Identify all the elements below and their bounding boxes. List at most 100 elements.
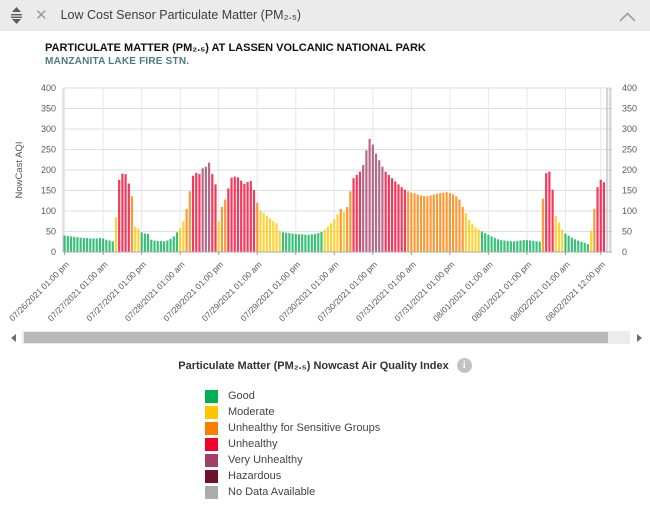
aqi-bar	[214, 184, 217, 252]
aqi-bar	[339, 208, 342, 252]
chart-title: PARTICULATE MATTER (PM₂.₅) AT LASSEN VOL…	[45, 42, 426, 54]
aqi-bar	[432, 194, 435, 252]
aqi-bar	[381, 166, 384, 252]
y-grid-and-ticks: 0 0 50 50 100 100 150 150 200 200 250 250 300 300 350 3…	[41, 83, 637, 257]
aqi-bar	[484, 233, 487, 252]
aqi-bar	[211, 174, 214, 252]
scrollbar-track[interactable]	[22, 331, 630, 344]
legend-item: Unhealthy	[205, 436, 380, 452]
aqi-bar	[272, 221, 275, 252]
aqi-bar	[294, 233, 297, 252]
aqi-bar	[66, 236, 69, 252]
aqi-bar	[496, 239, 500, 252]
svg-text:250: 250	[41, 145, 56, 155]
aqi-bar	[159, 240, 163, 252]
legend-item: Good	[205, 388, 380, 404]
legend-label: Unhealthy	[228, 438, 278, 450]
drag-handle-icon[interactable]	[9, 6, 24, 24]
aqi-bar	[557, 222, 561, 252]
scrollbar-thumb[interactable]	[24, 332, 608, 343]
window-title: Low Cost Sensor Particulate Matter (PM₂.…	[60, 8, 302, 22]
aqi-bar	[124, 174, 127, 252]
info-icon[interactable]: i	[456, 358, 472, 374]
svg-text:200: 200	[622, 165, 637, 175]
close-icon[interactable]: ✕	[35, 8, 48, 23]
no-data-bar	[606, 88, 609, 252]
aqi-bar	[333, 219, 336, 252]
aqi-bar	[551, 189, 554, 252]
aqi-bar	[207, 162, 211, 252]
svg-text:100: 100	[622, 206, 637, 216]
aqi-bar	[224, 199, 227, 252]
aqi-bar	[182, 221, 185, 252]
aqi-bar	[371, 144, 374, 252]
scroll-left-arrow[interactable]	[11, 334, 16, 342]
aqi-bar	[413, 193, 416, 252]
svg-text:0: 0	[51, 247, 56, 257]
aqi-bar	[320, 231, 323, 252]
svg-text:200: 200	[41, 165, 56, 175]
aqi-bar	[461, 206, 464, 252]
aqi-bar	[137, 228, 140, 252]
aqi-bar	[230, 177, 233, 252]
aqi-bar	[397, 184, 400, 252]
aqi-bar	[374, 153, 378, 252]
widget-header: ✕ Low Cost Sensor Particulate Matter (PM…	[0, 0, 650, 31]
svg-text:300: 300	[622, 124, 637, 134]
legend-item: No Data Available	[205, 484, 380, 500]
aqi-bar	[358, 171, 362, 252]
legend-label: Hazardous	[228, 470, 282, 482]
aqi-bar	[227, 188, 230, 252]
aqi-bar	[407, 191, 410, 252]
legend-label: Moderate	[228, 406, 275, 418]
aqi-bar	[313, 233, 317, 252]
svg-text:350: 350	[41, 104, 56, 114]
aqi-bar	[538, 241, 541, 252]
aqi-bar	[198, 174, 201, 252]
aqi-bar	[326, 226, 329, 252]
chart-subtitle: MANZANITA LAKE FIRE STN.	[45, 56, 190, 67]
aqi-bar	[301, 234, 304, 252]
aqi-bar	[429, 195, 432, 252]
aqi-bar	[384, 171, 387, 252]
aqi-bar	[323, 229, 326, 252]
aqi-bar	[98, 238, 102, 252]
y-axis-title: NowCast AQI	[14, 141, 25, 198]
aqi-bar	[146, 233, 150, 252]
scroll-right-arrow[interactable]	[637, 334, 642, 342]
svg-text:400: 400	[41, 83, 56, 93]
aqi-bar	[127, 183, 130, 252]
aqi-bar	[79, 237, 82, 252]
aqi-bar	[570, 237, 573, 252]
aqi-bar	[451, 194, 455, 252]
aqi-bar	[156, 240, 159, 252]
aqi-bar	[541, 198, 545, 252]
aqi-bar	[445, 192, 448, 252]
collapse-chevron-icon[interactable]	[619, 9, 636, 27]
legend-swatch	[205, 437, 218, 451]
legend-label: Very Unhealthy	[228, 454, 303, 466]
legend-item: Very Unhealthy	[205, 452, 380, 468]
aqi-bar	[121, 173, 124, 252]
aqi-bar	[246, 181, 249, 252]
aqi-bar	[503, 240, 506, 252]
aqi-bar	[259, 211, 262, 252]
aqi-bar	[105, 239, 108, 252]
aqi-bar	[506, 240, 509, 252]
aqi-bar	[468, 220, 471, 252]
aqi-bar	[285, 232, 288, 252]
aqi-bar	[89, 238, 92, 252]
aqi-bar	[169, 238, 172, 252]
aqi-bar	[73, 236, 76, 252]
aqi-bar	[188, 191, 191, 252]
legend-label: Good	[228, 390, 255, 402]
svg-text:50: 50	[46, 227, 56, 237]
aqi-bar	[352, 178, 355, 252]
svg-text:50: 50	[622, 227, 632, 237]
aqi-bar	[195, 172, 198, 252]
aqi-bar	[545, 173, 548, 252]
aqi-bar	[548, 171, 551, 252]
aqi-bar	[240, 180, 243, 252]
aqi-bar	[191, 175, 195, 252]
aqi-bar	[593, 208, 596, 252]
